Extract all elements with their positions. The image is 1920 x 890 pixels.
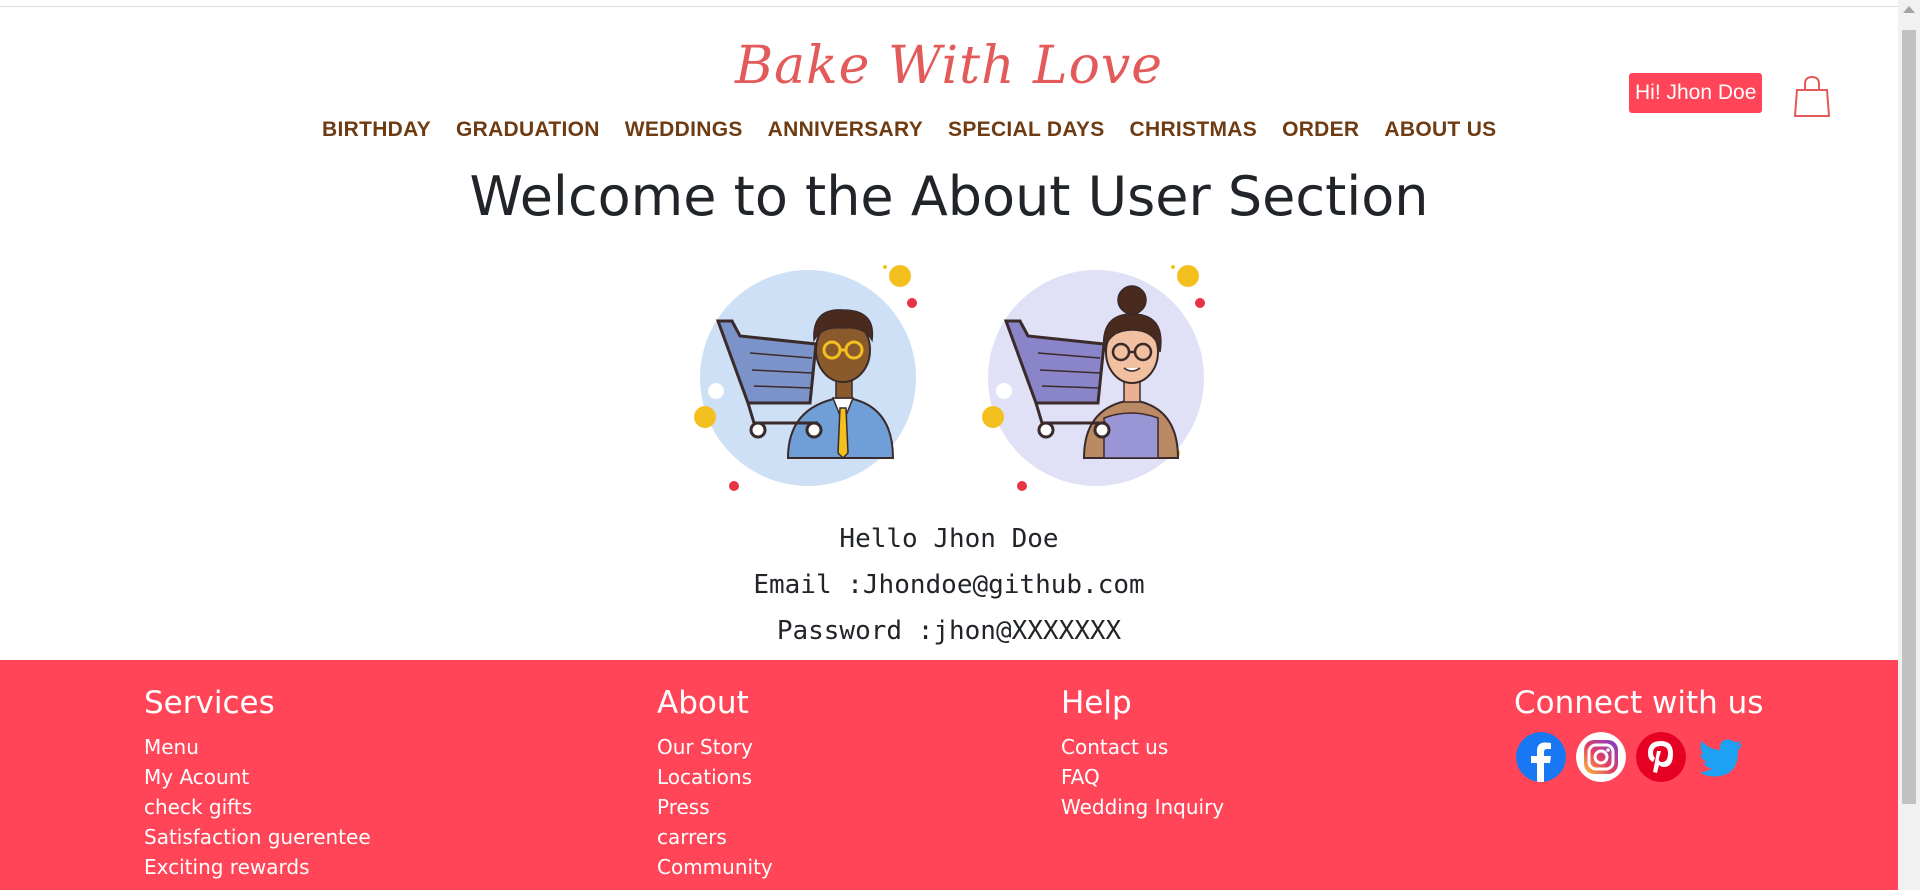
footer-link-careers[interactable]: carrers [657,822,773,852]
nav-item-about-us[interactable]: ABOUT US [1384,118,1496,142]
male-shopper-avatar [694,265,917,491]
hello-text: Hello Jhon Doe [839,524,1059,554]
user-greeting-button[interactable]: Hi! Jhon Doe [1629,73,1763,113]
nav-item-graduation[interactable]: GRADUATION [456,118,600,142]
nav-item-special-days[interactable]: SPECIAL DAYS [948,118,1105,142]
page-title: Welcome to the About User Section [469,165,1429,228]
footer-connect-title: Connect with us [1514,685,1764,721]
nav-item-birthday[interactable]: BIRTHDAY [322,118,431,142]
footer-connect: Connect with us [1514,684,1763,782]
instagram-icon[interactable] [1576,732,1626,782]
pinterest-icon[interactable] [1636,732,1686,782]
footer-link-community[interactable]: Community [657,852,773,882]
footer-link-my-account[interactable]: My Acount [144,762,371,792]
footer-link-satisfaction[interactable]: Satisfaction guerentee [144,822,371,852]
nav-item-anniversary[interactable]: ANNIVERSARY [768,118,923,142]
footer-link-check-gifts[interactable]: check gifts [144,792,371,822]
nav-item-order[interactable]: ORDER [1282,118,1359,142]
footer-help: Help Contact us FAQ Wedding Inquiry [1061,684,1224,822]
brand-logo[interactable]: Bake With Love [0,36,1898,96]
facebook-icon[interactable] [1516,732,1566,782]
footer-services: Services Menu My Acount check gifts Sati… [144,684,371,882]
password-text: Password :jhon@XXXXXXX [776,616,1122,646]
footer-link-wedding-inquiry[interactable]: Wedding Inquiry [1061,792,1224,822]
site-footer: Services Menu My Acount check gifts Sati… [0,660,1898,890]
footer-link-locations[interactable]: Locations [657,762,773,792]
vertical-scrollbar[interactable] [1898,0,1920,890]
social-links [1516,732,1763,782]
footer-services-title: Services [144,685,275,721]
main-nav: BIRTHDAY GRADUATION WEDDINGS ANNIVERSARY… [322,118,1496,142]
footer-link-rewards[interactable]: Exciting rewards [144,852,371,882]
footer-about-title: About [657,685,749,721]
footer-link-our-story[interactable]: Our Story [657,732,773,762]
twitter-icon[interactable] [1696,732,1746,782]
shopping-bag-icon[interactable] [1794,74,1830,118]
footer-link-menu[interactable]: Menu [144,732,371,762]
nav-item-weddings[interactable]: WEDDINGS [625,118,743,142]
female-shopper-avatar [982,265,1205,491]
footer-help-title: Help [1061,685,1132,721]
footer-link-faq[interactable]: FAQ [1061,762,1224,792]
scroll-up-arrow-icon[interactable] [1903,6,1915,13]
nav-item-christmas[interactable]: CHRISTMAS [1130,118,1258,142]
footer-link-press[interactable]: Press [657,792,773,822]
email-text: Email :Jhondoe@github.com [753,570,1145,600]
footer-about: About Our Story Locations Press carrers … [657,684,773,882]
browser-top-edge [0,0,1898,7]
footer-link-contact[interactable]: Contact us [1061,732,1224,762]
scrollbar-thumb[interactable] [1902,30,1916,804]
